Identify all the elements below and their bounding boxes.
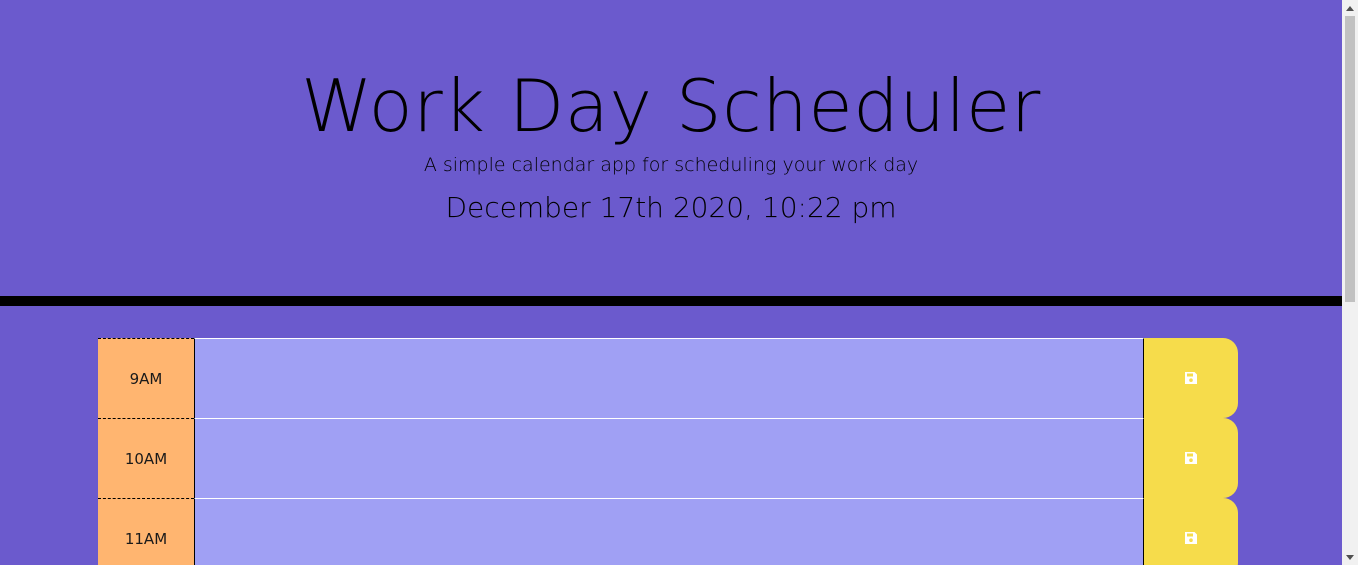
scroll-down-arrow-icon[interactable] — [1342, 549, 1358, 565]
save-button[interactable] — [1144, 498, 1238, 565]
vertical-scrollbar[interactable] — [1342, 0, 1358, 565]
event-description-input[interactable] — [194, 338, 1144, 418]
hour-label: 10AM — [98, 418, 194, 498]
scroll-up-arrow-icon[interactable] — [1342, 0, 1358, 16]
schedule-container: 9AM 10AM 11AM — [98, 338, 1238, 565]
event-description-input[interactable] — [194, 418, 1144, 498]
time-block-row: 9AM — [98, 338, 1238, 418]
hour-label: 9AM — [98, 338, 194, 418]
save-button[interactable] — [1144, 338, 1238, 418]
event-description-input[interactable] — [194, 498, 1144, 565]
save-icon — [1185, 372, 1197, 384]
hour-label: 11AM — [98, 498, 194, 565]
current-date-time: December 17th 2020, 10:22 pm — [445, 191, 897, 224]
page: Work Day Scheduler A simple calendar app… — [0, 0, 1342, 565]
time-block-row: 11AM — [98, 498, 1238, 565]
save-icon — [1185, 532, 1197, 544]
header-divider — [0, 296, 1342, 306]
time-block-row: 10AM — [98, 418, 1238, 498]
save-button[interactable] — [1144, 418, 1238, 498]
header: Work Day Scheduler A simple calendar app… — [0, 0, 1342, 297]
page-subtitle: A simple calendar app for scheduling you… — [423, 154, 919, 176]
scrollbar-thumb[interactable] — [1345, 16, 1355, 302]
save-icon — [1185, 452, 1197, 464]
page-title: Work Day Scheduler — [301, 64, 1041, 148]
